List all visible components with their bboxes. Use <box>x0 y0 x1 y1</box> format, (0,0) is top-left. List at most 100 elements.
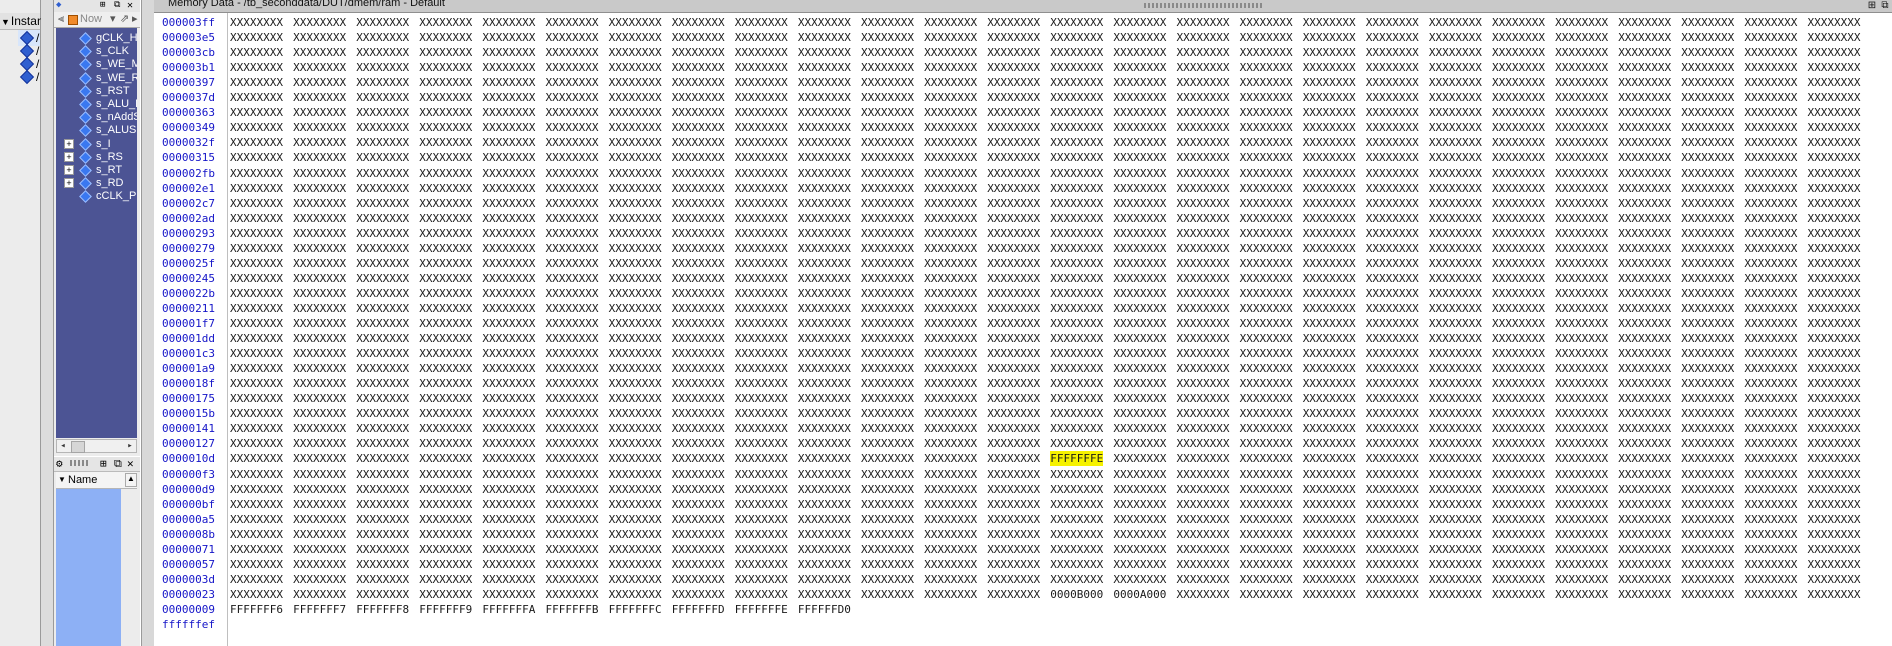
memory-cell[interactable]: XXXXXXXX <box>987 120 1040 135</box>
memory-cell[interactable]: XXXXXXXX <box>924 467 977 482</box>
memory-cell[interactable]: XXXXXXXX <box>1492 241 1545 256</box>
memory-cell[interactable]: XXXXXXXX <box>1113 301 1166 316</box>
memory-cell[interactable]: XXXXXXXX <box>924 60 977 75</box>
memory-cell[interactable]: XXXXXXXX <box>1303 451 1356 466</box>
memory-cell[interactable]: XXXXXXXX <box>798 346 851 361</box>
memory-cell[interactable]: XXXXXXXX <box>230 376 283 391</box>
memory-cell[interactable]: XXXXXXXX <box>482 587 535 602</box>
memory-cell[interactable]: XXXXXXXX <box>1681 391 1734 406</box>
memory-cell[interactable]: XXXXXXXX <box>1618 331 1671 346</box>
memory-cell[interactable]: XXXXXXXX <box>609 166 662 181</box>
memory-cell[interactable]: XXXXXXXX <box>1240 451 1293 466</box>
memory-cell[interactable]: XXXXXXXX <box>356 482 409 497</box>
memory-address[interactable]: 000003e5 <box>162 30 215 45</box>
memory-cell[interactable]: XXXXXXXX <box>1492 166 1545 181</box>
memory-cell[interactable]: XXXXXXXX <box>546 557 599 572</box>
memory-cell[interactable]: XXXXXXXX <box>1240 135 1293 150</box>
memory-cell[interactable]: XXXXXXXX <box>861 15 914 30</box>
memory-cell[interactable]: XXXXXXXX <box>482 361 535 376</box>
memory-cell[interactable]: XXXXXXXX <box>735 376 788 391</box>
expand-icon[interactable]: + <box>64 165 74 175</box>
memory-cell[interactable]: XXXXXXXX <box>609 286 662 301</box>
memory-cell[interactable]: XXXXXXXX <box>1492 135 1545 150</box>
memory-cell[interactable]: XXXXXXXX <box>482 391 535 406</box>
memory-cell[interactable]: FFFFFFFB <box>546 602 599 617</box>
scroll-up-icon[interactable]: ▲ <box>125 473 137 487</box>
goto-icon[interactable]: ⇗ <box>120 12 129 27</box>
memory-cell[interactable]: XXXXXXXX <box>1492 120 1545 135</box>
memory-cell[interactable]: XXXXXXXX <box>609 467 662 482</box>
memory-cell[interactable]: XXXXXXXX <box>609 436 662 451</box>
memory-cell[interactable]: XXXXXXXX <box>1744 391 1797 406</box>
memory-cell[interactable]: XXXXXXXX <box>1681 421 1734 436</box>
memory-cell[interactable]: XXXXXXXX <box>1555 376 1608 391</box>
memory-cell[interactable]: XXXXXXXX <box>1555 196 1608 211</box>
memory-cell[interactable]: XXXXXXXX <box>672 301 725 316</box>
memory-cell[interactable]: XXXXXXXX <box>1050 90 1103 105</box>
memory-cell[interactable]: XXXXXXXX <box>293 135 346 150</box>
memory-cell[interactable]: XXXXXXXX <box>1303 542 1356 557</box>
memory-cell[interactable]: XXXXXXXX <box>1050 346 1103 361</box>
memory-cell[interactable]: XXXXXXXX <box>1681 301 1734 316</box>
memory-cell[interactable]: XXXXXXXX <box>1681 587 1734 602</box>
memory-cell[interactable]: XXXXXXXX <box>1555 135 1608 150</box>
memory-cell[interactable]: XXXXXXXX <box>1429 331 1482 346</box>
memory-cell[interactable]: XXXXXXXX <box>798 60 851 75</box>
memory-cell[interactable]: XXXXXXXX <box>735 346 788 361</box>
memory-cell[interactable]: XXXXXXXX <box>293 271 346 286</box>
memory-cell[interactable]: XXXXXXXX <box>1681 557 1734 572</box>
memory-cell[interactable]: XXXXXXXX <box>482 30 535 45</box>
memory-cell[interactable]: XXXXXXXX <box>356 451 409 466</box>
memory-cell[interactable]: XXXXXXXX <box>1744 286 1797 301</box>
memory-cell[interactable]: XXXXXXXX <box>987 105 1040 120</box>
memory-cell[interactable]: XXXXXXXX <box>1050 286 1103 301</box>
memory-cell[interactable]: XXXXXXXX <box>1429 346 1482 361</box>
memory-cell[interactable]: XXXXXXXX <box>1808 271 1861 286</box>
memory-cell[interactable]: XXXXXXXX <box>672 451 725 466</box>
memory-cell[interactable]: XXXXXXXX <box>230 406 283 421</box>
toggle-icon[interactable]: ⫷ <box>58 12 64 27</box>
memory-cell[interactable]: XXXXXXXX <box>1366 166 1419 181</box>
memory-cell[interactable]: XXXXXXXX <box>1744 30 1797 45</box>
memory-cell[interactable]: XXXXXXXX <box>798 361 851 376</box>
memory-cell[interactable]: XXXXXXXX <box>1492 497 1545 512</box>
memory-cell[interactable]: XXXXXXXX <box>987 181 1040 196</box>
memory-cell[interactable]: XXXXXXXX <box>1303 467 1356 482</box>
memory-cell[interactable]: XXXXXXXX <box>1113 557 1166 572</box>
memory-cell[interactable]: XXXXXXXX <box>609 587 662 602</box>
memory-cell[interactable]: XXXXXXXX <box>356 135 409 150</box>
memory-cell[interactable]: XXXXXXXX <box>798 226 851 241</box>
memory-cell[interactable]: XXXXXXXX <box>1113 527 1166 542</box>
memory-cell[interactable]: XXXXXXXX <box>1050 271 1103 286</box>
memory-cell[interactable]: XXXXXXXX <box>1366 256 1419 271</box>
memory-cell[interactable]: XXXXXXXX <box>924 256 977 271</box>
memory-cell[interactable]: XXXXXXXX <box>1429 436 1482 451</box>
memory-cell[interactable]: XXXXXXXX <box>735 256 788 271</box>
memory-cell[interactable]: XXXXXXXX <box>924 211 977 226</box>
memory-cell[interactable]: XXXXXXXX <box>987 135 1040 150</box>
memory-cell[interactable]: XXXXXXXX <box>1366 90 1419 105</box>
memory-cell[interactable]: XXXXXXXX <box>609 512 662 527</box>
memory-cell[interactable]: XXXXXXXX <box>987 226 1040 241</box>
memory-cell[interactable]: XXXXXXXX <box>293 331 346 346</box>
memory-cell[interactable]: XXXXXXXX <box>924 391 977 406</box>
memory-cell[interactable]: XXXXXXXX <box>1429 497 1482 512</box>
memory-cell[interactable]: XXXXXXXX <box>924 241 977 256</box>
memory-cell[interactable]: XXXXXXXX <box>798 30 851 45</box>
memory-cell[interactable]: XXXXXXXX <box>924 181 977 196</box>
memory-cell[interactable]: XXXXXXXX <box>1492 451 1545 466</box>
memory-cell[interactable]: XXXXXXXX <box>1113 286 1166 301</box>
memory-cell[interactable]: XXXXXXXX <box>482 497 535 512</box>
memory-cell[interactable]: XXXXXXXX <box>546 512 599 527</box>
memory-cell[interactable]: XXXXXXXX <box>1681 406 1734 421</box>
memory-cell[interactable]: XXXXXXXX <box>546 166 599 181</box>
memory-cell[interactable]: XXXXXXXX <box>1050 75 1103 90</box>
memory-cell[interactable]: XXXXXXXX <box>1681 150 1734 165</box>
memory-cell[interactable]: XXXXXXXX <box>987 497 1040 512</box>
memory-cell-highlighted[interactable]: FFFFFFFE <box>1050 451 1104 467</box>
memory-cell[interactable]: XXXXXXXX <box>1303 557 1356 572</box>
memory-cell[interactable]: XXXXXXXX <box>735 226 788 241</box>
memory-cell[interactable]: XXXXXXXX <box>1429 211 1482 226</box>
scroll-right-icon[interactable]: ▸ <box>124 440 136 452</box>
memory-address[interactable]: 0000037d <box>162 90 215 105</box>
